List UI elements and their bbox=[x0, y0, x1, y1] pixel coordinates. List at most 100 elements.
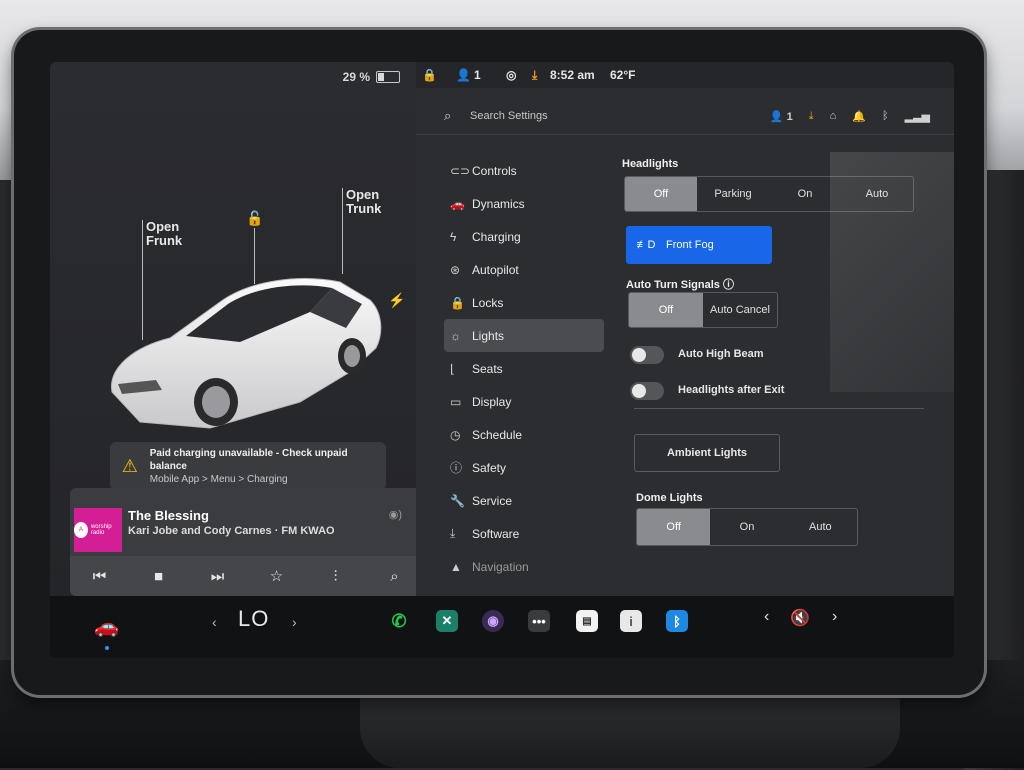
nav-controls[interactable]: ⊂⊃ Controls bbox=[444, 154, 604, 187]
headlights-on[interactable]: On bbox=[769, 177, 841, 211]
toggle-icon: ⊂⊃ bbox=[450, 163, 471, 178]
clock-icon: ◷ bbox=[450, 427, 461, 442]
nav-navigation[interactable]: ▲ Navigation bbox=[444, 550, 604, 583]
more-icon[interactable]: ••• bbox=[528, 610, 550, 632]
nav-seats[interactable]: ⌊ Seats bbox=[444, 352, 604, 385]
nav-autopilot[interactable]: ⊛ Autopilot bbox=[444, 253, 604, 286]
turn-signals-off[interactable]: Off bbox=[629, 293, 703, 327]
song-title: The Blessing bbox=[128, 508, 209, 523]
steering-wheel-icon: ⊛ bbox=[450, 262, 461, 277]
charge-port-icon[interactable]: ⚡ bbox=[388, 292, 405, 309]
nav-locks[interactable]: 🔒 Locks bbox=[444, 286, 604, 319]
profile-count: 1 bbox=[474, 68, 481, 82]
car-icon[interactable]: 🚗 bbox=[94, 614, 119, 639]
radio-signal-icon: ◉) bbox=[388, 509, 402, 521]
info-icon: ⓘ bbox=[450, 461, 463, 475]
previous-icon[interactable]: ⏮ bbox=[85, 568, 115, 585]
battery-percent: 29 % bbox=[342, 70, 370, 84]
settings-top-icons: 👤 1 ⤓ ⌂ 🔔 ᛒ ▂▃▅ bbox=[770, 110, 930, 123]
alert-subtitle: Mobile App > Menu > Charging bbox=[149, 473, 288, 485]
alert-title: Paid charging unavailable - Check unpaid… bbox=[149, 447, 348, 472]
bluetooth-icon[interactable]: ᛒ bbox=[882, 110, 889, 123]
bluetooth-icon[interactable]: ᛒ bbox=[666, 610, 688, 632]
nav-dynamics[interactable]: 🚗 Dynamics bbox=[444, 187, 604, 220]
outside-temperature: 62°F bbox=[610, 68, 636, 82]
nav-service[interactable]: 🔧 Service bbox=[444, 484, 604, 517]
download-icon[interactable]: ⤓ bbox=[809, 110, 814, 123]
bottom-dock: 🚗 ‹ LO › ✆ ✕ ◉ ••• ▤ i ᛒ ‹ 🔇 › bbox=[50, 596, 954, 658]
lock-icon[interactable]: 🔒 bbox=[422, 68, 437, 82]
temp-up-arrow[interactable]: › bbox=[292, 614, 297, 630]
nav-schedule[interactable]: ◷ Schedule bbox=[444, 418, 604, 451]
profile-icon[interactable]: 👤 1 bbox=[770, 110, 793, 123]
settings-panel: 🔒 👤 1 ◎ ⤓ 8:52 am 62°F ⌕ 👤 1 ⤓ ⌂ 🔔 ᛒ ▂▃▅… bbox=[416, 62, 954, 596]
front-fog-button[interactable]: ≢D Front Fog bbox=[626, 226, 772, 264]
status-bar: 🔒 👤 1 ◎ ⤓ 8:52 am 62°F bbox=[416, 62, 954, 88]
media-player[interactable]: Aworship radio The Blessing Kari Jobe an… bbox=[70, 488, 424, 596]
manual-icon[interactable]: i bbox=[620, 610, 642, 632]
divider bbox=[634, 408, 924, 409]
nav-charging[interactable]: ϟ Charging bbox=[444, 220, 604, 253]
update-icon[interactable]: ⤓ bbox=[532, 68, 537, 83]
ambient-lights-button[interactable]: Ambient Lights bbox=[634, 434, 780, 472]
open-frunk-button[interactable]: Open Frunk bbox=[146, 220, 182, 248]
display-icon: ▭ bbox=[450, 394, 462, 409]
stop-icon[interactable]: ■ bbox=[144, 568, 174, 585]
bolt-icon: ϟ bbox=[450, 229, 457, 244]
dome-lights-auto[interactable]: Auto bbox=[784, 509, 857, 545]
seat-icon: ⌊ bbox=[450, 361, 455, 376]
camera-icon[interactable]: ◉ bbox=[482, 610, 504, 632]
nav-safety[interactable]: ⓘ Safety bbox=[444, 451, 604, 484]
fog-light-icon: ≢D bbox=[636, 239, 656, 251]
open-trunk-button[interactable]: Open Trunk bbox=[346, 188, 381, 216]
wrench-icon: 🔧 bbox=[450, 493, 465, 508]
favorite-icon[interactable]: ☆ bbox=[262, 567, 292, 585]
cabin-temperature[interactable]: LO bbox=[238, 606, 269, 632]
auto-turn-signals-selector: Off Auto Cancel bbox=[628, 292, 778, 328]
headlights-after-exit-toggle[interactable] bbox=[630, 382, 664, 400]
volume-up-arrow[interactable]: › bbox=[832, 608, 837, 626]
nav-display[interactable]: ▭ Display bbox=[444, 385, 604, 418]
search-settings-input[interactable] bbox=[468, 106, 672, 126]
dome-lights-off[interactable]: Off bbox=[637, 509, 711, 545]
headlights-selector: Off Parking On Auto bbox=[624, 176, 914, 212]
download-icon: ⤓ bbox=[450, 526, 456, 540]
unlock-icon[interactable]: 🔓 bbox=[246, 210, 263, 227]
mute-icon[interactable]: 🔇 bbox=[790, 608, 810, 628]
battery-icon bbox=[376, 71, 400, 83]
navigation-icon: ▲ bbox=[450, 559, 462, 574]
auto-turn-signals-label: Auto Turn Signals ⓘ bbox=[626, 279, 734, 291]
charging-alert[interactable]: ⚠ Paid charging unavailable - Check unpa… bbox=[110, 442, 386, 490]
sentry-icon[interactable]: ◎ bbox=[506, 68, 516, 82]
headlights-after-exit-label: Headlights after Exit bbox=[678, 384, 785, 396]
headlights-off[interactable]: Off bbox=[625, 177, 697, 211]
dome-lights-on[interactable]: On bbox=[710, 509, 783, 545]
car-model-image bbox=[111, 278, 382, 429]
headlights-auto[interactable]: Auto bbox=[841, 177, 913, 211]
volume-down-arrow[interactable]: ‹ bbox=[764, 608, 769, 626]
touchscreen: 29 % Open Frunk Open Trunk 🔓 ⚡ ⚠ Paid ch… bbox=[50, 62, 954, 658]
profile-icon[interactable]: 👤 bbox=[456, 68, 471, 82]
calendar-icon[interactable]: ▤ bbox=[576, 610, 598, 632]
nav-lights[interactable]: ☼ Lights bbox=[444, 319, 604, 352]
toybox-icon[interactable]: ✕ bbox=[436, 610, 458, 632]
album-art: Aworship radio bbox=[74, 508, 122, 552]
song-artist: Kari Jobe and Cody Carnes · FM KWAO bbox=[128, 525, 335, 537]
lock-icon: 🔒 bbox=[450, 295, 465, 310]
nav-software[interactable]: ⤓ Software bbox=[444, 517, 604, 550]
lte-signal-icon: ▂▃▅ bbox=[904, 111, 930, 123]
temp-down-arrow[interactable]: ‹ bbox=[212, 614, 217, 630]
car-icon: 🚗 bbox=[450, 196, 465, 211]
media-controls: ⏮ ■ ⏭ ☆ ⫶ ⌕ bbox=[70, 556, 424, 596]
equalizer-icon[interactable]: ⫶ bbox=[321, 568, 351, 585]
search-icon[interactable]: ⌕ bbox=[380, 568, 410, 585]
next-icon[interactable]: ⏭ bbox=[203, 568, 233, 585]
phone-icon[interactable]: ✆ bbox=[388, 610, 410, 632]
headlights-parking[interactable]: Parking bbox=[697, 177, 769, 211]
info-icon[interactable]: ⓘ bbox=[723, 279, 734, 291]
garage-icon[interactable]: ⌂ bbox=[830, 110, 837, 123]
auto-high-beam-toggle[interactable] bbox=[630, 346, 664, 364]
clock-time: 8:52 am bbox=[550, 68, 595, 82]
bell-icon[interactable]: 🔔 bbox=[852, 110, 866, 123]
turn-signals-auto-cancel[interactable]: Auto Cancel bbox=[703, 293, 777, 327]
